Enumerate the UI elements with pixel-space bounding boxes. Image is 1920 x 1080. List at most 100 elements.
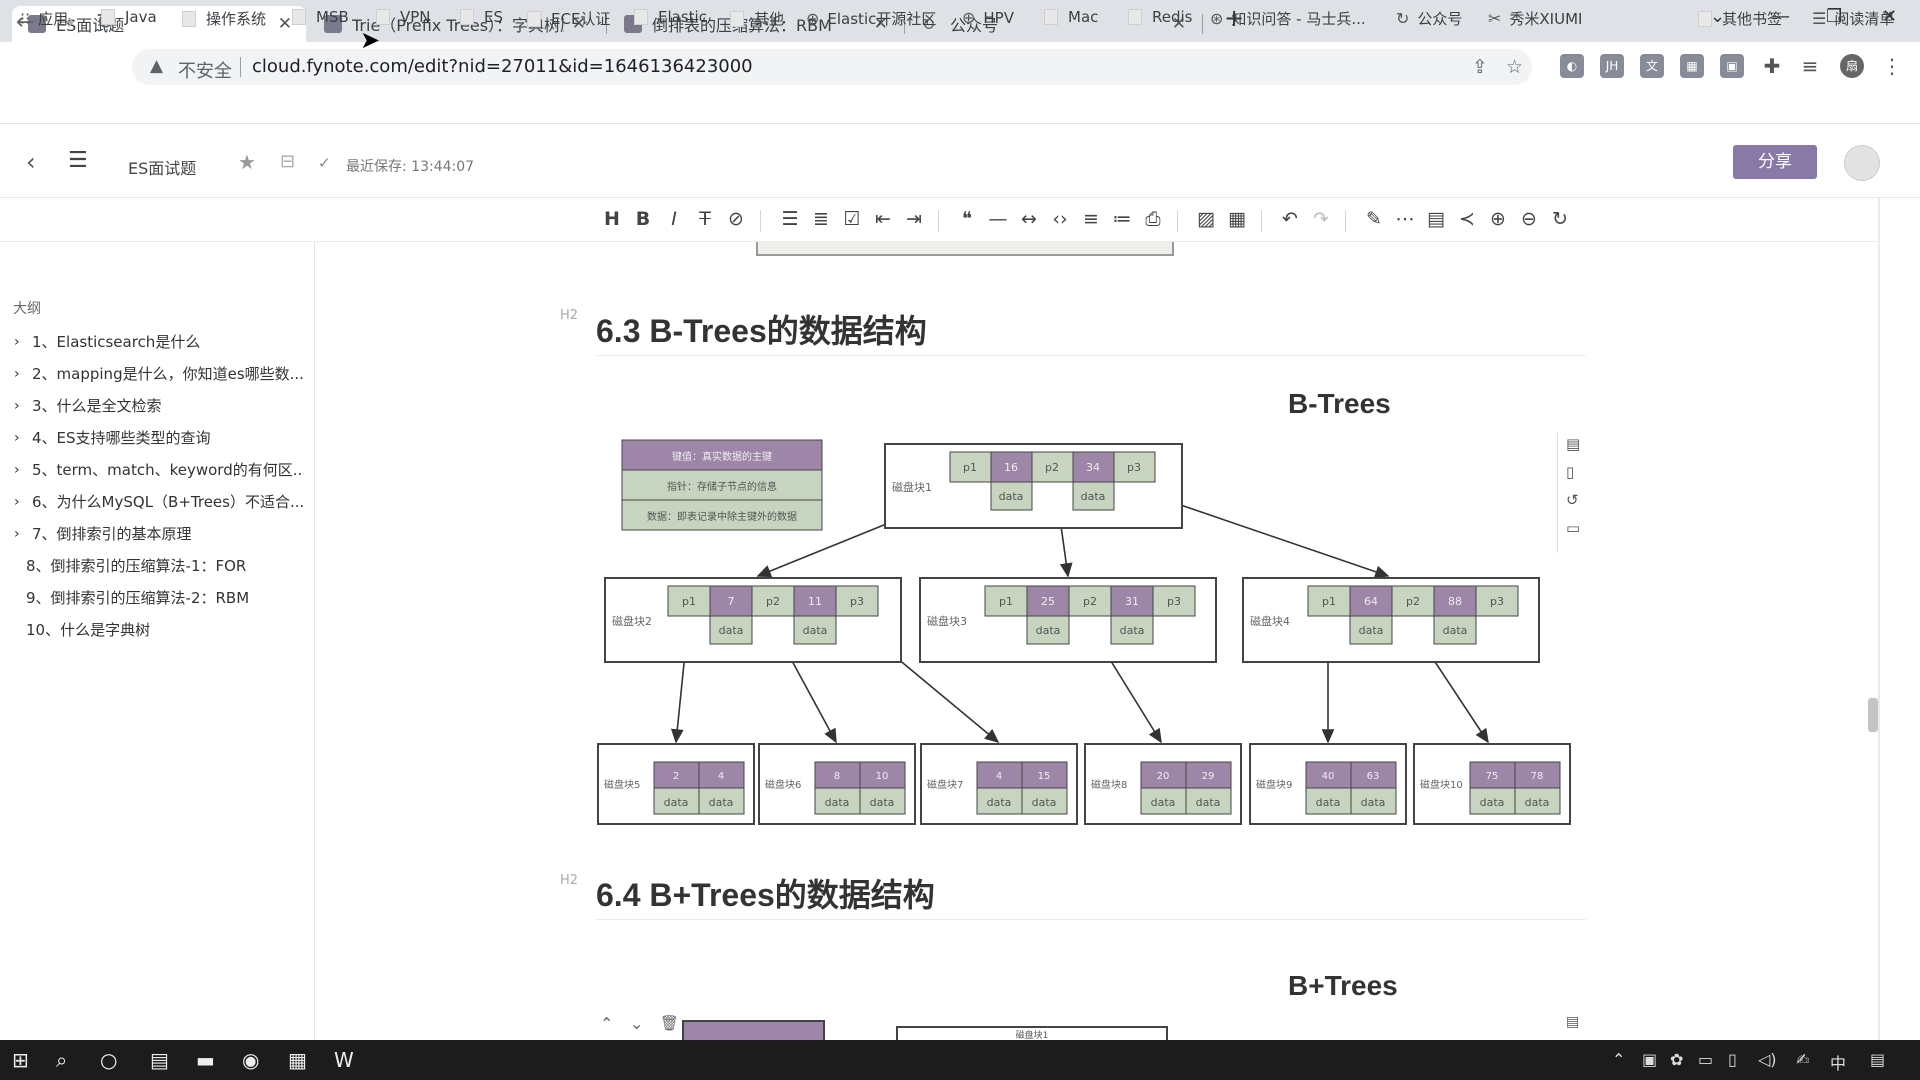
share-nodes-icon[interactable]: ≺ [1454,208,1480,230]
outdent-icon[interactable]: ⇤ [870,208,896,230]
table-icon[interactable]: ▦ [1224,208,1250,230]
volume-icon[interactable]: ◁) [1758,1050,1777,1069]
move-up-icon[interactable]: ⌃ [600,1014,613,1033]
chevron-right-icon[interactable]: › [14,462,32,478]
outline-item[interactable]: › 3、什么是全文检索 [14,395,304,416]
user-avatar[interactable] [1844,145,1880,181]
chrome-icon[interactable]: ◉ [242,1048,259,1072]
bullet-list-icon[interactable]: ☰ [777,208,803,230]
extension-icon[interactable]: ▣ [1720,54,1744,78]
outline-item[interactable]: › 7、倒排索引的基本原理 [14,523,304,544]
bookmark-folder[interactable]: 操作系统 [182,8,266,29]
extension-icon[interactable]: ▦ [1680,54,1704,78]
bookmark-folder[interactable]: ECE认证 [527,8,610,29]
bookmark-folder[interactable]: ES [460,8,503,26]
zoom-in-icon[interactable]: ⊕ [1485,208,1511,230]
file-explorer-icon[interactable]: ▬ [196,1048,215,1072]
pen-icon[interactable]: ✎ [1361,208,1387,230]
media-icon[interactable]: ≡ [1798,54,1822,78]
heading-icon[interactable]: H [599,208,625,230]
outline-item[interactable]: 10、什么是字典树 [26,619,316,640]
section-heading[interactable]: 6.3 B-Trees的数据结构 [596,306,927,352]
more-icon[interactable]: ⋯ [1392,208,1418,230]
close-icon[interactable]: ✕ [278,14,292,34]
tray-app-icon[interactable]: ✿ [1670,1050,1683,1069]
outline-item[interactable]: › 6、为什么MySQL（B+Trees）不适合... [14,491,304,512]
address-bar[interactable]: ▲ 不安全 cloud.fynote.com/edit?nid=27011&id… [132,49,1532,85]
extension-icon[interactable]: ◐ [1560,54,1584,78]
inline-code-icon[interactable]: ↔ [1016,208,1042,230]
chevron-right-icon[interactable]: › [14,494,32,510]
bookmark-folder[interactable]: Mac [1044,8,1098,26]
bold-icon[interactable]: B [630,208,656,230]
indent-icon[interactable]: ⇥ [901,208,927,230]
quote-icon[interactable]: ❝ [954,208,980,230]
copy-icon[interactable]: ▤ [1566,1014,1579,1030]
bookmark-folder[interactable]: Java [101,8,157,26]
windows-start-icon[interactable]: ⊞ [12,1048,29,1072]
app-icon[interactable]: ▦ [288,1048,307,1072]
task-view-icon[interactable]: ○ [100,1048,117,1072]
chevron-right-icon[interactable]: › [14,430,32,446]
bookmark-star-icon[interactable]: ☆ [1506,56,1523,78]
outline-item[interactable]: › 5、term、match、keyword的有何区... [14,459,304,480]
chevron-right-icon[interactable]: › [14,526,32,542]
bookmark-folder[interactable]: Redis [1128,8,1192,26]
link-icon[interactable]: ⊘ [723,208,749,230]
italic-icon[interactable]: I [661,208,687,230]
section-heading[interactable]: 6.4 B+Trees的数据结构 [596,870,935,916]
refresh-icon[interactable]: ↻ [1547,208,1573,230]
bookmark-apps[interactable]: ⁝⁝ 应用 [20,8,68,29]
share-page-icon[interactable]: ⇪ [1472,56,1488,78]
bookmark-folder[interactable]: MSB [292,8,349,26]
outline-item[interactable]: › 1、Elasticsearch是什么 [14,331,304,352]
redo-icon[interactable]: ↷ [1308,208,1334,230]
undo-icon[interactable]: ↶ [1277,208,1303,230]
bookmark-link[interactable]: ✂ 秀米XIUMI [1488,8,1582,29]
table-of-contents-icon[interactable]: ≡ [1078,208,1104,230]
star-icon[interactable]: ★ [238,150,256,174]
chevron-right-icon[interactable]: › [14,366,32,382]
extensions-puzzle-icon[interactable]: ✚ [1760,54,1784,78]
share-button[interactable]: 分享 [1733,145,1817,179]
numbered-list-icon[interactable]: ≣ [808,208,834,230]
outline-item[interactable]: › 4、ES支持哪些类型的查询 [14,427,304,448]
bookmark-link[interactable]: ⊕ HPV [962,8,1014,27]
attachment-icon[interactable]: ⎙ [1140,208,1166,230]
word-icon[interactable]: W [334,1048,354,1072]
more-menu-icon[interactable]: ⋮ [1880,54,1904,78]
profile-avatar[interactable]: 扇 [1840,54,1864,78]
bookmark-link[interactable]: ↻ 公众号 [1396,8,1462,29]
network-icon[interactable]: ▯ [1728,1050,1737,1069]
menu-icon[interactable]: ☰ [68,148,88,173]
bookmark-link[interactable]: ⊛ 知识问答 - 马士兵... [1210,8,1366,29]
translate-extension-icon[interactable]: 文 [1640,54,1664,78]
reading-list[interactable]: ☰ 阅读清单 [1812,8,1894,29]
delete-icon[interactable]: 🗑 [660,1014,679,1032]
horizontal-rule-icon[interactable]: — [985,208,1011,230]
checkbox-icon[interactable]: ☑ [839,208,865,230]
ime-indicator[interactable]: 中 [1830,1050,1846,1074]
tray-app-icon[interactable]: ▣ [1642,1050,1657,1069]
outline-item[interactable]: › 2、mapping是什么，你知道es哪些数... [14,363,304,384]
scrollbar-thumb[interactable] [1868,698,1878,732]
outline-item[interactable]: 9、倒排索引的压缩算法-2：RBM [26,587,316,608]
folder-move-icon[interactable]: ⊟ [280,151,295,172]
code-block-icon[interactable]: ‹› [1047,208,1073,230]
bookmark-folder[interactable]: 其他 [730,8,784,29]
notification-icon[interactable]: ▤ [1870,1050,1885,1069]
bookmark-link[interactable]: ⊕ Elastic开源社区 [806,8,936,29]
battery-icon[interactable]: ▭ [1698,1050,1713,1069]
pen-icon[interactable]: ✍ [1796,1050,1809,1069]
other-bookmarks[interactable]: 其他书签 [1698,8,1782,29]
chevron-up-icon[interactable]: ⌃ [1612,1050,1625,1069]
bookmark-folder[interactable]: Elastic [634,8,707,26]
image-icon[interactable]: ▨ [1193,208,1219,230]
back-icon[interactable]: ‹ [26,148,36,176]
outline-item[interactable]: 8、倒排索引的压缩算法-1：FOR [26,555,316,576]
move-down-icon[interactable]: ⌄ [630,1014,643,1033]
zoom-out-icon[interactable]: ⊖ [1516,208,1542,230]
url-text[interactable]: cloud.fynote.com/edit?nid=27011&id=16461… [252,56,753,77]
bookmark-folder[interactable]: VPN [376,8,431,26]
format-icon[interactable]: ≔ [1109,208,1135,230]
